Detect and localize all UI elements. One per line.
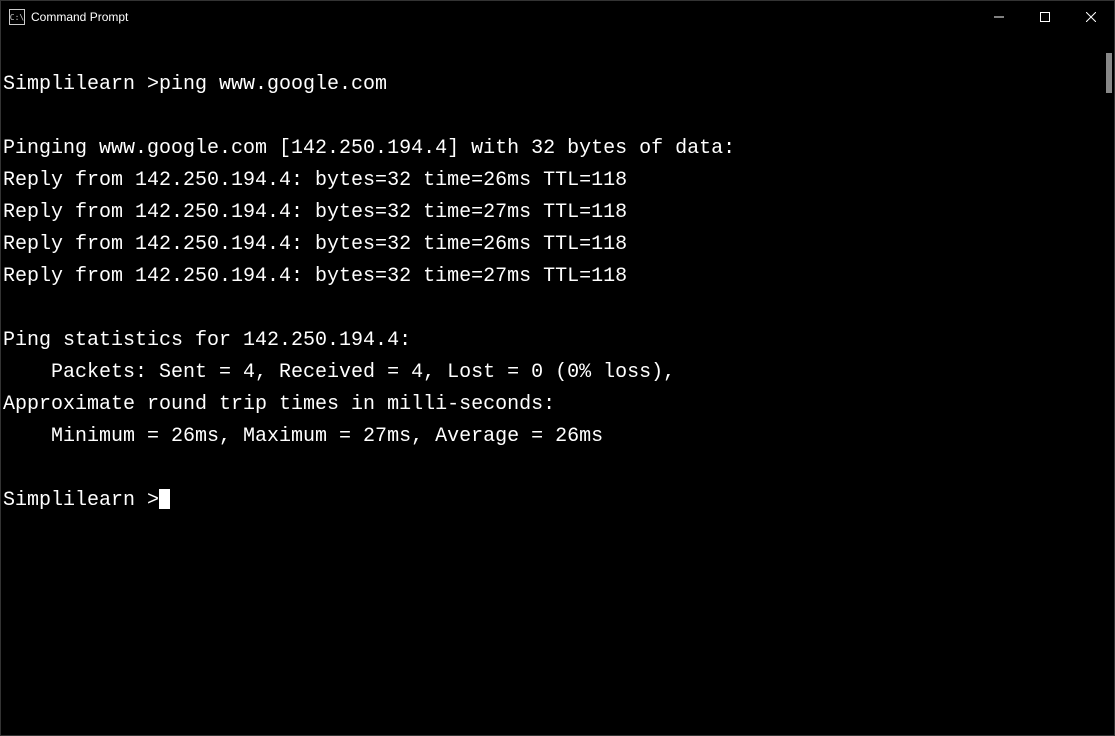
window-controls bbox=[976, 1, 1114, 33]
terminal-line: Pinging www.google.com [142.250.194.4] w… bbox=[3, 133, 1096, 165]
maximize-button[interactable] bbox=[1022, 1, 1068, 33]
app-icon: C:\ bbox=[9, 9, 25, 25]
minimize-button[interactable] bbox=[976, 1, 1022, 33]
terminal-line bbox=[3, 453, 1096, 485]
terminal-line bbox=[3, 101, 1096, 133]
terminal-prompt: Simplilearn > bbox=[3, 489, 159, 512]
terminal-cursor bbox=[159, 489, 170, 509]
scrollbar-thumb[interactable] bbox=[1106, 53, 1112, 93]
terminal-line: Minimum = 26ms, Maximum = 27ms, Average … bbox=[3, 421, 1096, 453]
terminal-line: Reply from 142.250.194.4: bytes=32 time=… bbox=[3, 165, 1096, 197]
terminal-content[interactable]: Simplilearn >ping www.google.com Pinging… bbox=[1, 33, 1098, 735]
close-icon bbox=[1086, 12, 1096, 22]
terminal-line bbox=[3, 37, 1096, 69]
app-icon-text: C:\ bbox=[10, 13, 24, 22]
terminal-line: Reply from 142.250.194.4: bytes=32 time=… bbox=[3, 229, 1096, 261]
terminal-line: Approximate round trip times in milli-se… bbox=[3, 389, 1096, 421]
terminal-line: Ping statistics for 142.250.194.4: bbox=[3, 325, 1096, 357]
terminal-prompt-line[interactable]: Simplilearn > bbox=[3, 485, 1096, 517]
command-prompt-window: C:\ Command Prompt Simpli bbox=[0, 0, 1115, 736]
close-button[interactable] bbox=[1068, 1, 1114, 33]
terminal-line: Reply from 142.250.194.4: bytes=32 time=… bbox=[3, 261, 1096, 293]
terminal-line: Reply from 142.250.194.4: bytes=32 time=… bbox=[3, 197, 1096, 229]
terminal-line: Simplilearn >ping www.google.com bbox=[3, 69, 1096, 101]
maximize-icon bbox=[1040, 12, 1050, 22]
window-title: Command Prompt bbox=[31, 10, 128, 24]
minimize-icon bbox=[994, 12, 1004, 22]
scrollbar[interactable] bbox=[1098, 33, 1114, 735]
titlebar[interactable]: C:\ Command Prompt bbox=[1, 1, 1114, 33]
terminal-line: Packets: Sent = 4, Received = 4, Lost = … bbox=[3, 357, 1096, 389]
terminal-line bbox=[3, 293, 1096, 325]
terminal-body: Simplilearn >ping www.google.com Pinging… bbox=[1, 33, 1114, 735]
